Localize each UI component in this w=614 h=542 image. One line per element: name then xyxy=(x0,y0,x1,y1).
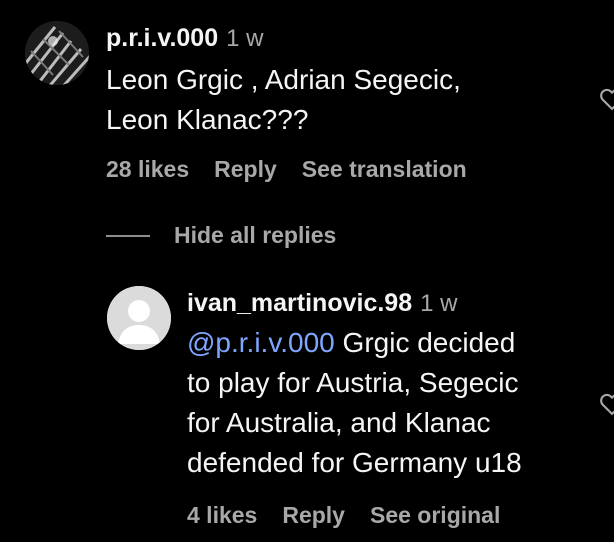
reply-username[interactable]: ivan_martinovic.98 xyxy=(187,289,412,318)
reply-line: for Australia, and Klanac xyxy=(187,407,491,438)
comment-line: Leon Klanac??? xyxy=(106,104,309,135)
see-translation-button[interactable]: See translation xyxy=(302,156,467,183)
reply-line: @p.r.i.v.000 Grgic decided xyxy=(187,323,522,363)
comment-header: p.r.i.v.000 1 w xyxy=(106,24,263,53)
reply-line: to play for Austria, Segecic xyxy=(187,367,519,398)
comment-username[interactable]: p.r.i.v.000 xyxy=(106,24,218,53)
heart-icon[interactable] xyxy=(598,85,614,113)
hide-replies-label: Hide all replies xyxy=(174,222,337,248)
reply-time: 1 w xyxy=(420,290,458,317)
divider xyxy=(106,234,150,237)
heart-icon[interactable] xyxy=(598,390,614,418)
default-avatar-icon[interactable] xyxy=(107,286,171,350)
mention-link[interactable]: @p.r.i.v.000 xyxy=(187,327,335,358)
comment-time: 1 w xyxy=(226,25,264,52)
hide-replies-button[interactable]: Hide all replies xyxy=(106,222,336,249)
comment-reply-button[interactable]: Reply xyxy=(214,156,277,183)
reply-header: ivan_martinovic.98 1 w xyxy=(187,289,457,318)
reply-likes[interactable]: 4 likes xyxy=(187,502,257,529)
see-original-button[interactable]: See original xyxy=(370,502,500,529)
avatar[interactable] xyxy=(25,21,89,85)
comment-line: Leon Grgic , Adrian Segecic, xyxy=(106,64,461,95)
reply-line: defended for Germany u18 xyxy=(187,447,522,478)
comment-actions: 28 likes Reply See translation xyxy=(106,156,467,183)
comments-thread: p.r.i.v.000 1 w Leon Grgic , Adrian Sege… xyxy=(0,0,614,542)
avatar-image xyxy=(25,21,89,85)
reply-text: @p.r.i.v.000 Grgic decided to play for A… xyxy=(187,323,522,483)
reply-actions: 4 likes Reply See original xyxy=(187,502,500,529)
comment-text: Leon Grgic , Adrian Segecic, Leon Klanac… xyxy=(106,60,461,140)
reply-line-text: Grgic decided xyxy=(334,327,516,358)
reply-reply-button[interactable]: Reply xyxy=(282,502,345,529)
comment-likes[interactable]: 28 likes xyxy=(106,156,189,183)
